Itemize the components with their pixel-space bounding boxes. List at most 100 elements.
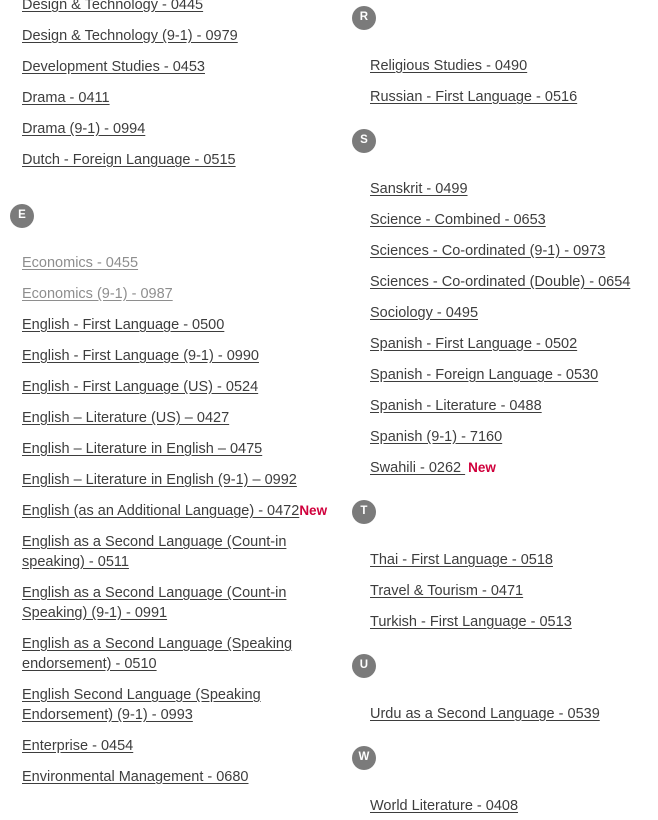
list-item: Sanskrit - 0499 [370,179,652,199]
subject-link-spanish-foreign-language-0530[interactable]: Spanish - Foreign Language - 0530 [370,367,598,383]
subject-link-drama-0411[interactable]: Drama - 0411 [22,90,110,106]
subject-link-spanish-first-language-0502[interactable]: Spanish - First Language - 0502 [370,336,577,352]
list-item: English – Literature in English – 0475 [22,439,334,459]
subject-link-swahili-0262[interactable]: Swahili - 0262 [370,460,465,476]
list-item: Design & Technology (9-1) - 0979 [22,26,334,46]
list-item: Design & Technology - 0445 [22,0,334,15]
letter-group-t: T Thai - First Language - 0518 Travel & To… [346,500,652,632]
subject-link-environmental-management-0680[interactable]: Environmental Management - 0680 [22,769,249,785]
list-item: Economics (9-1) - 0987 [22,284,334,304]
letter-badge-circle: U [352,654,376,678]
subject-link-sanskrit-0499[interactable]: Sanskrit - 0499 [370,181,468,197]
subject-link-list: World Literature - 0408 [346,796,652,816]
subject-link-list: Sanskrit - 0499 Science - Combined - 0653… [346,179,652,478]
subject-link-list: Economics - 0455 Economics (9-1) - 0987 En… [5,253,334,787]
new-badge: New [299,503,328,518]
list-item: World Literature - 0408 [370,796,652,816]
subject-link-turkish-first-language-0513[interactable]: Turkish - First Language - 0513 [370,614,572,630]
letter-badge-circle: R [352,6,376,30]
list-item: English – Literature (US) – 0427 [22,408,334,428]
list-item: English – Literature in English (9-1) – … [22,470,334,490]
letter-badge-circle: E [10,204,34,228]
letter-group-continued: Design & Technology - 0445 Design & Techn… [5,0,334,170]
subject-link-list: Thai - First Language - 0518 Travel & Tou… [346,550,652,632]
list-item: Dutch - Foreign Language - 0515 [22,150,334,170]
subject-link-economics-0455[interactable]: Economics - 0455 [22,255,138,271]
subject-link-sciences-co-ordinated-9-1-0973[interactable]: Sciences - Co-ordinated (9-1) - 0973 [370,243,605,259]
list-item: Science - Combined - 0653 [370,210,652,230]
list-item: Environmental Management - 0680 [22,767,334,787]
subject-link-travel-tourism-0471[interactable]: Travel & Tourism - 0471 [370,583,523,599]
letter-group-r: R Religious Studies - 0490 Russian - First… [346,6,652,107]
subject-link-sociology-0495[interactable]: Sociology - 0495 [370,305,478,321]
letter-badge-w: W [352,746,652,770]
letter-badge-r: R [352,6,652,30]
subject-link-development-studies-0453[interactable]: Development Studies - 0453 [22,59,205,75]
subject-link-urdu-as-a-second-language-0539[interactable]: Urdu as a Second Language - 0539 [370,706,600,722]
subject-link-science-combined-0653[interactable]: Science - Combined - 0653 [370,212,546,228]
list-item: Travel & Tourism - 0471 [370,581,652,601]
subject-link-design-technology-9-1-0979[interactable]: Design & Technology (9-1) - 0979 [22,28,238,44]
subject-link-english-as-a-second-language-speaking-endorsemen[interactable]: English as a Second Language (Speaking e… [22,636,292,672]
list-item: Sciences - Co-ordinated (Double) - 0654 [370,272,652,292]
letter-badge-t: T [352,500,652,524]
subject-link-russian-first-language-0516[interactable]: Russian - First Language - 0516 [370,89,577,105]
subject-link-english-first-language-us-0524[interactable]: English - First Language (US) - 0524 [22,379,258,395]
list-item: Sociology - 0495 [370,303,652,323]
subject-link-thai-first-language-0518[interactable]: Thai - First Language - 0518 [370,552,553,568]
subject-link-design-technology-0445[interactable]: Design & Technology - 0445 [22,0,203,13]
subject-link-english-as-a-second-language-count-in-speaking-9[interactable]: English as a Second Language (Count-in S… [22,585,286,621]
list-item: Enterprise - 0454 [22,736,334,756]
list-item: English - First Language (US) - 0524 [22,377,334,397]
list-item: Russian - First Language - 0516 [370,87,652,107]
letter-badge-u: U [352,654,652,678]
list-item: Economics - 0455 [22,253,334,273]
list-item: Development Studies - 0453 [22,57,334,77]
subject-link-sciences-co-ordinated-double-0654[interactable]: Sciences - Co-ordinated (Double) - 0654 [370,274,630,290]
subject-link-economics-9-1-0987[interactable]: Economics (9-1) - 0987 [22,286,173,302]
list-item: Drama - 0411 [22,88,334,108]
subject-link-english-first-language-9-1-0990[interactable]: English - First Language (9-1) - 0990 [22,348,259,364]
subject-link-spanish-literature-0488[interactable]: Spanish - Literature - 0488 [370,398,542,414]
list-item: English - First Language - 0500 [22,315,334,335]
subject-link-english-as-a-second-language-count-in-speaking-0[interactable]: English as a Second Language (Count-in s… [22,534,286,570]
right-subject-column: R Religious Studies - 0490 Russian - First… [340,0,658,820]
subject-link-list: Design & Technology - 0445 Design & Techn… [5,0,334,170]
subject-link-dutch-foreign-language-0515[interactable]: Dutch - Foreign Language - 0515 [22,152,236,168]
subject-link-list: Urdu as a Second Language - 0539 [346,704,652,724]
list-item: English as a Second Language (Count-in S… [22,583,334,623]
list-item: English as a Second Language (Speaking e… [22,634,334,674]
subject-link-world-literature-0408[interactable]: World Literature - 0408 [370,798,518,814]
subject-link-english-as-an-additional-language-0472[interactable]: English (as an Additional Language) - 04… [22,503,299,519]
list-item: English (as an Additional Language) - 04… [22,501,334,521]
left-subject-column: Design & Technology - 0445 Design & Techn… [0,0,340,820]
letter-group-e: E Economics - 0455 Economics (9-1) - 0987 E… [5,204,334,787]
list-item: English as a Second Language (Count-in s… [22,532,334,572]
letter-badge-s: S [352,129,652,153]
list-item: Religious Studies - 0490 [370,56,652,76]
list-item: Spanish - First Language - 0502 [370,334,652,354]
list-item: Drama (9-1) - 0994 [22,119,334,139]
list-item: English Second Language (Speaking Endors… [22,685,334,725]
list-item: Swahili - 0262 New [370,458,652,478]
subject-link-english-first-language-0500[interactable]: English - First Language - 0500 [22,317,224,333]
letter-group-w: W World Literature - 0408 [346,746,652,816]
subject-link-religious-studies-0490[interactable]: Religious Studies - 0490 [370,58,527,74]
list-item: English - First Language (9-1) - 0990 [22,346,334,366]
letter-badge-circle: T [352,500,376,524]
list-item: Urdu as a Second Language - 0539 [370,704,652,724]
new-badge: New [468,460,496,475]
letter-badge-circle: S [352,129,376,153]
list-item: Spanish - Literature - 0488 [370,396,652,416]
subject-link-drama-9-1-0994[interactable]: Drama (9-1) - 0994 [22,121,145,137]
list-item: Spanish (9-1) - 7160 [370,427,652,447]
subject-link-english-literature-in-english-9-1-0992[interactable]: English – Literature in English (9-1) – … [22,472,297,488]
subject-link-spanish-9-1-7160[interactable]: Spanish (9-1) - 7160 [370,429,502,445]
subject-link-english-literature-in-english-0475[interactable]: English – Literature in English – 0475 [22,441,262,457]
subject-link-enterprise-0454[interactable]: Enterprise - 0454 [22,738,133,754]
list-item: Spanish - Foreign Language - 0530 [370,365,652,385]
subject-link-english-second-language-speaking-endorsement-9-1[interactable]: English Second Language (Speaking Endors… [22,687,261,723]
subject-link-english-literature-us-0427[interactable]: English – Literature (US) – 0427 [22,410,229,426]
list-item: Turkish - First Language - 0513 [370,612,652,632]
list-item: Thai - First Language - 0518 [370,550,652,570]
